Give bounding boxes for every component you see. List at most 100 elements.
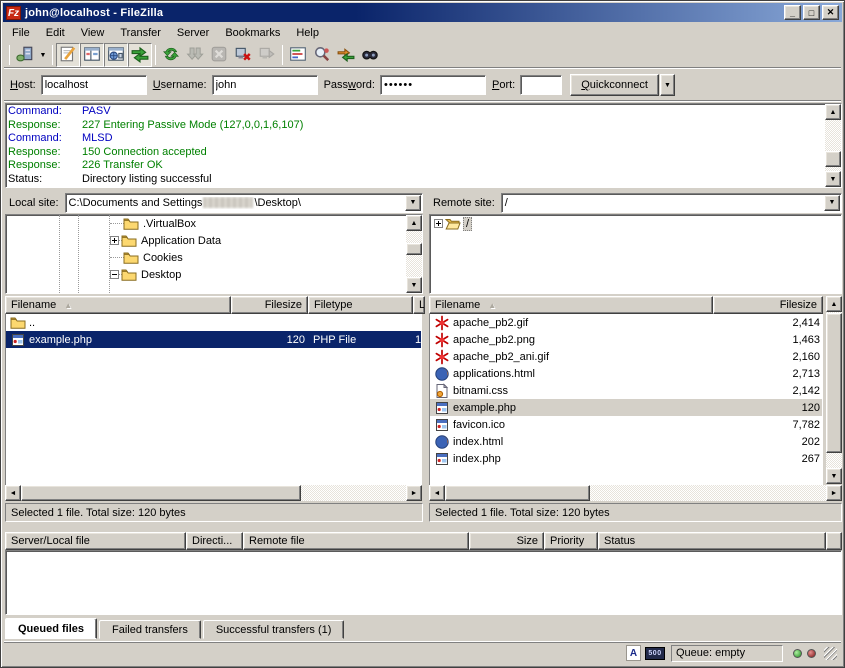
host-label: Host: bbox=[10, 79, 36, 91]
process-queue-button[interactable] bbox=[183, 43, 207, 67]
tab-failed-transfers[interactable]: Failed transfers bbox=[99, 620, 201, 639]
remote-hscroll-left[interactable]: ◄ bbox=[429, 485, 445, 501]
refresh-button[interactable] bbox=[159, 43, 183, 67]
file-row[interactable]: apache_pb2.png1,463 bbox=[430, 331, 822, 348]
log-scroll-up[interactable]: ▲ bbox=[825, 104, 841, 120]
reconnect-button[interactable] bbox=[255, 43, 279, 67]
log-scrollbar[interactable]: ▲ ▼ bbox=[825, 104, 841, 187]
file-row[interactable]: index.html202 bbox=[430, 433, 822, 450]
queue-column-priority[interactable]: Priority bbox=[544, 532, 598, 550]
password-input[interactable] bbox=[380, 75, 486, 95]
menu-view[interactable]: View bbox=[73, 25, 113, 41]
tree-item[interactable]: Desktop bbox=[6, 266, 422, 283]
filter-button[interactable] bbox=[286, 43, 310, 67]
file-row[interactable]: favicon.ico7,782 bbox=[430, 416, 822, 433]
compare-icon bbox=[313, 45, 331, 66]
local-hscroll-left[interactable]: ◄ bbox=[5, 485, 21, 501]
column-header-filename[interactable]: Filename▲ bbox=[429, 296, 713, 314]
local-hscrollbar[interactable]: ◄ ► bbox=[5, 485, 422, 501]
sync-browsing-button[interactable] bbox=[334, 43, 358, 67]
transfer-queue-button[interactable] bbox=[128, 43, 152, 67]
local-tree-button[interactable] bbox=[80, 43, 104, 67]
maximize-button[interactable]: □ bbox=[803, 5, 820, 20]
menu-edit[interactable]: Edit bbox=[38, 25, 73, 41]
column-header-filesize[interactable]: Filesize bbox=[713, 296, 823, 314]
queue-column-size[interactable]: Size bbox=[469, 532, 544, 550]
log-scroll-down[interactable]: ▼ bbox=[825, 171, 841, 187]
menu-transfer[interactable]: Transfer bbox=[112, 25, 169, 41]
message-log-button[interactable] bbox=[56, 43, 80, 67]
remote-list-scrollbar[interactable]: ▲ ▼ bbox=[826, 296, 842, 484]
cancel-button[interactable] bbox=[207, 43, 231, 67]
queue-column-server-local-file[interactable]: Server/Local file bbox=[5, 532, 186, 550]
file-row[interactable]: .. bbox=[6, 314, 421, 331]
file-row[interactable]: example.php120PHP File1 bbox=[6, 331, 421, 348]
column-header-l[interactable]: L bbox=[413, 296, 425, 314]
quickconnect-dropdown[interactable]: ▼ bbox=[660, 74, 675, 96]
column-header-filesize[interactable]: Filesize bbox=[231, 296, 308, 314]
port-input[interactable] bbox=[520, 75, 562, 95]
local-hscroll-thumb[interactable] bbox=[21, 485, 301, 501]
quickconnect-button[interactable]: Quickconnect bbox=[570, 74, 659, 96]
local-hscroll-right[interactable]: ► bbox=[406, 485, 422, 501]
disconnect-button[interactable] bbox=[231, 43, 255, 67]
local-tree-scrollbar[interactable]: ▲ ▼ bbox=[406, 215, 422, 293]
file-row[interactable]: apache_pb2.gif2,414 bbox=[430, 314, 822, 331]
combo-arrow-icon[interactable]: ▼ bbox=[824, 195, 840, 211]
remote-hscroll-thumb[interactable] bbox=[445, 485, 590, 501]
site-manager-button[interactable] bbox=[13, 43, 37, 67]
expand-icon[interactable] bbox=[434, 219, 443, 228]
menu-file[interactable]: File bbox=[4, 25, 38, 41]
php-file-icon bbox=[434, 400, 450, 416]
menu-server[interactable]: Server bbox=[169, 25, 217, 41]
filesize-cell: 2,713 bbox=[714, 368, 823, 380]
remote-site-combo[interactable]: / ▼ bbox=[501, 193, 842, 213]
tab-successful-transfers--1-[interactable]: Successful transfers (1) bbox=[203, 620, 345, 639]
disconnect-icon bbox=[234, 45, 252, 66]
remote-scroll-down[interactable]: ▼ bbox=[826, 468, 842, 484]
log-scroll-thumb[interactable] bbox=[825, 151, 841, 167]
tree-item[interactable]: Application Data bbox=[6, 232, 422, 249]
host-input[interactable] bbox=[41, 75, 147, 95]
menu-help[interactable]: Help bbox=[288, 25, 327, 41]
sort-ascending-icon: ▲ bbox=[64, 301, 72, 310]
minimize-button[interactable]: _ bbox=[784, 5, 801, 20]
local-site-combo[interactable]: C:\Documents and Settings\Desktop\ ▼ bbox=[65, 193, 423, 213]
close-button[interactable]: ✕ bbox=[822, 5, 839, 20]
column-header-filetype[interactable]: Filetype bbox=[308, 296, 413, 314]
resize-grip-icon[interactable] bbox=[824, 647, 837, 660]
compare-button[interactable] bbox=[310, 43, 334, 67]
remote-hscroll-right[interactable]: ► bbox=[826, 485, 842, 501]
column-header-filename[interactable]: Filename▲ bbox=[5, 296, 231, 314]
queue-column-status[interactable]: Status bbox=[598, 532, 826, 550]
find-button[interactable] bbox=[358, 43, 382, 67]
remote-hscrollbar[interactable]: ◄ ► bbox=[429, 485, 842, 501]
remote-tree-button[interactable] bbox=[104, 43, 128, 67]
remote-scroll-up[interactable]: ▲ bbox=[826, 296, 842, 312]
combo-arrow-icon[interactable]: ▼ bbox=[405, 195, 421, 211]
file-row[interactable]: index.php267 bbox=[430, 450, 822, 467]
queue-column-directi---[interactable]: Directi... bbox=[186, 532, 243, 550]
file-row[interactable]: applications.html2,713 bbox=[430, 365, 822, 382]
tree-item[interactable]: / bbox=[430, 215, 841, 232]
username-input[interactable] bbox=[212, 75, 318, 95]
expand-icon[interactable] bbox=[110, 236, 119, 245]
quickconnect-bar: Host: Username: Password: Port: Quickcon… bbox=[4, 70, 841, 101]
tree-item-label: Application Data bbox=[139, 235, 223, 247]
file-row[interactable]: apache_pb2_ani.gif2,160 bbox=[430, 348, 822, 365]
file-row[interactable]: example.php120 bbox=[430, 399, 822, 416]
tab-queued-files[interactable]: Queued files bbox=[5, 618, 97, 639]
tree-scroll-up[interactable]: ▲ bbox=[406, 215, 422, 231]
tree-item[interactable]: Cookies bbox=[6, 249, 422, 266]
tree-scroll-thumb[interactable] bbox=[406, 243, 422, 255]
file-row[interactable]: bitnami.css2,142 bbox=[430, 382, 822, 399]
tree-item[interactable]: .VirtualBox bbox=[6, 215, 422, 232]
queue-list[interactable] bbox=[5, 550, 842, 615]
site-manager-dropdown[interactable]: ▼ bbox=[37, 44, 49, 66]
filesize-cell: 267 bbox=[714, 453, 823, 465]
queue-column-remote-file[interactable]: Remote file bbox=[243, 532, 469, 550]
collapse-icon[interactable] bbox=[110, 270, 119, 279]
tree-scroll-down[interactable]: ▼ bbox=[406, 277, 422, 293]
remote-scroll-thumb[interactable] bbox=[826, 313, 842, 453]
menu-bookmarks[interactable]: Bookmarks bbox=[217, 25, 288, 41]
